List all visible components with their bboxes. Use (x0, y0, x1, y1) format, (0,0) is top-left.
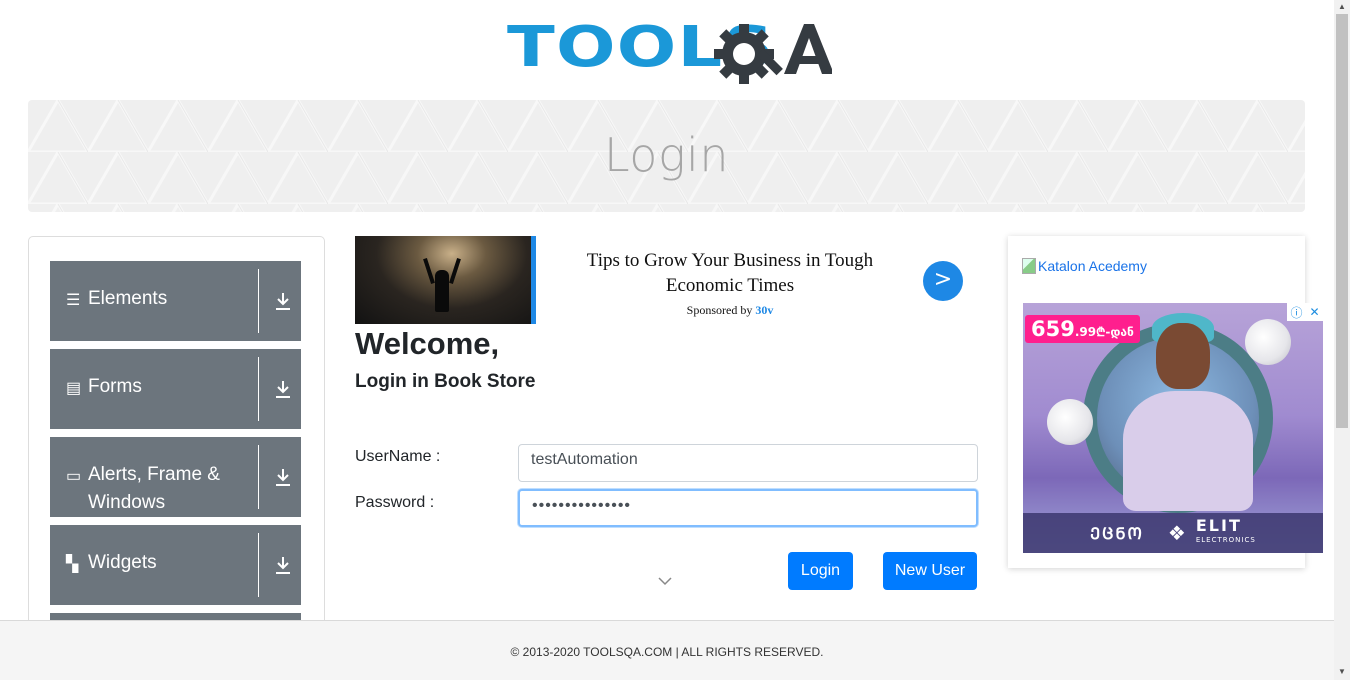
earbud-graphic (1245, 319, 1291, 365)
left-sidebar: ☰ Elements ▤ Forms ▭ Alerts, Frame & Window… (28, 236, 325, 636)
download-arrow-icon[interactable] (274, 379, 292, 399)
widgets-icon: ▚ (66, 556, 79, 573)
window-icon: ▭ (66, 468, 82, 485)
ad-brand-bar: ᲔᲪᲜᲝ ❖ ELIT ELECTRONICS (1023, 513, 1323, 553)
elit-electronics-ad[interactable]: 659.99₾-დან ⓘ ✕ ᲔᲪᲜᲝ ❖ ELIT ELECTRONICS (1023, 303, 1323, 553)
ad-headline[interactable]: Tips to Grow Your Business in Tough Econ… (570, 248, 890, 298)
footer: © 2013-2020 TOOLSQA.COM | ALL RIGHTS RES… (0, 620, 1334, 680)
scroll-up-arrow-icon[interactable]: ▲ (1334, 0, 1350, 14)
broken-image-icon (1022, 258, 1036, 274)
sidebar-group-label: Elements (88, 288, 168, 309)
divider (258, 445, 259, 509)
page-banner: Login (28, 100, 1305, 212)
sidebar-group-alerts-frame-windows[interactable]: ▭ Alerts, Frame & Windows (50, 437, 301, 517)
download-arrow-icon[interactable] (274, 291, 292, 311)
scrollbar-thumb[interactable] (1336, 14, 1348, 428)
hamburger-icon: ☰ (66, 292, 81, 309)
toolsqa-logo[interactable]: TOOLS (507, 16, 832, 91)
password-input[interactable]: ••••••••••••••• (518, 489, 978, 527)
copyright-text: © 2013-2020 TOOLSQA.COM | ALL RIGHTS RES… (510, 645, 824, 659)
sidebar-group-label: Alerts, Frame & Windows (88, 464, 220, 513)
katalon-ad-link[interactable]: Katalon Acedemy (1022, 258, 1147, 274)
info-icon: ⓘ (1290, 305, 1303, 320)
ad-price: 659.99₾-დან (1025, 315, 1140, 343)
sponsored-ad[interactable]: Tips to Grow Your Business in Tough Econ… (355, 236, 980, 324)
header: TOOLS (0, 0, 1334, 100)
chevron-down-icon[interactable] (658, 576, 672, 586)
username-input[interactable]: testAutomation (518, 444, 978, 482)
right-ad-panel: Katalon Acedemy 659.99₾-დან ⓘ ✕ ᲔᲪᲜᲝ ❖ EL… (1008, 236, 1323, 568)
sidebar-group-forms[interactable]: ▤ Forms (50, 349, 301, 429)
welcome-heading: Welcome, (355, 326, 500, 361)
ad-image[interactable] (355, 236, 536, 324)
page-title: Login (603, 128, 729, 182)
logo-gear-qa-icon (714, 24, 832, 84)
new-user-button[interactable]: New User (883, 552, 977, 590)
sidebar-group-elements[interactable]: ☰ Elements (50, 261, 301, 341)
password-label: Password : (355, 494, 435, 511)
earbud-graphic (1047, 399, 1093, 445)
divider (258, 357, 259, 421)
document-icon: ▤ (66, 380, 82, 397)
login-subtitle: Login in Book Store (355, 371, 536, 392)
close-icon: ✕ (1309, 305, 1320, 319)
sidebar-group-label: Forms (88, 376, 142, 397)
download-arrow-icon[interactable] (274, 467, 292, 487)
ad-person-graphic (1123, 391, 1253, 511)
divider (258, 533, 259, 597)
username-label: UserName : (355, 448, 441, 465)
divider (258, 269, 259, 333)
download-arrow-icon[interactable] (274, 555, 292, 575)
ad-sponsor: Sponsored by 30v (686, 303, 774, 317)
login-button[interactable]: Login (788, 552, 853, 590)
scroll-down-arrow-icon[interactable]: ▼ (1334, 664, 1350, 680)
sidebar-group-label: Widgets (88, 552, 157, 573)
ad-choices[interactable]: ⓘ ✕ (1287, 303, 1323, 321)
sidebar-group-widgets[interactable]: ▚ Widgets (50, 525, 301, 605)
ad-go-button[interactable]: > (923, 261, 963, 301)
